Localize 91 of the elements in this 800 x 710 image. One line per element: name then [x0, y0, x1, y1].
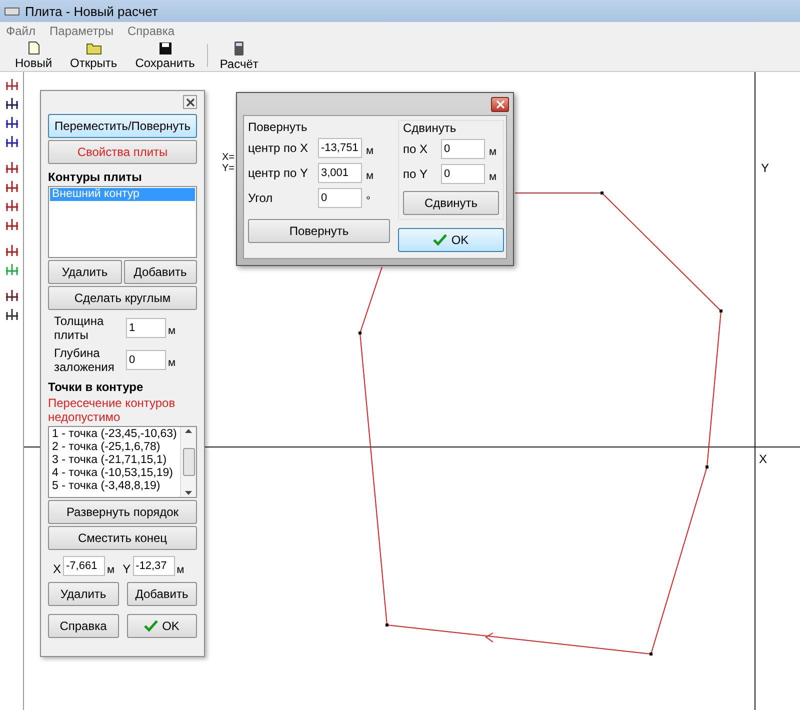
toolbar-button[interactable]: Открыть [61, 40, 126, 71]
input-field[interactable]: 0 [126, 350, 166, 370]
warning-text: Пересечение контуров недопустимо [48, 396, 176, 424]
input-field[interactable]: 1 [126, 318, 166, 338]
close-icon [496, 100, 504, 109]
window-title: Плита - Новый расчет [25, 4, 158, 18]
list-item[interactable]: 5 - точка (-3,48,8,19) [50, 480, 179, 493]
tool-icon[interactable] [4, 133, 20, 149]
unit-label: м [168, 356, 177, 369]
cursor-coordinate: X= [222, 152, 235, 163]
tool-icon[interactable] [4, 95, 20, 111]
tool-icon[interactable] [4, 159, 20, 175]
ok-button[interactable]: OK [126, 614, 197, 638]
field-label: Y [122, 562, 131, 576]
calculator-icon [234, 40, 244, 56]
tool-icon[interactable] [4, 216, 20, 232]
unit-label: м [366, 144, 375, 156]
unit-label: м [366, 168, 375, 182]
input-field[interactable]: 0 [318, 188, 362, 208]
scrollbar[interactable] [180, 427, 196, 497]
list-item[interactable]: 3 - точка (-21,71,15,1) [50, 454, 179, 467]
unit-label: м [168, 324, 177, 337]
axis-label: Y [761, 161, 770, 175]
tool-icon[interactable] [4, 306, 20, 322]
unit-label: м [489, 144, 498, 158]
field-label: X [53, 562, 62, 576]
vertex-marker [650, 652, 652, 656]
make-round-button[interactable]: Сделать круглым [48, 286, 197, 310]
unit-label: м [176, 563, 184, 576]
menu-item[interactable]: Справка [127, 24, 175, 38]
field-label: по X [403, 142, 429, 156]
section-title: Контуры плиты [48, 170, 143, 184]
group-title: Сдвинуть [403, 121, 458, 135]
list-item[interactable]: 2 - точка (-25,1,6,78) [50, 441, 179, 454]
close-button[interactable] [183, 95, 197, 109]
vertex-marker [706, 466, 708, 468]
move-button[interactable]: Сдвинуть [403, 191, 499, 215]
list-item[interactable]: 1 - точка (-23,45,-10,63) [50, 428, 179, 441]
delete-button[interactable]: Удалить [48, 260, 122, 284]
slab-properties-button[interactable]: Свойства плиты [48, 140, 197, 164]
tool-icon[interactable] [4, 242, 20, 258]
checkmark-icon [144, 620, 158, 632]
ok-button[interactable]: OK [398, 228, 504, 252]
menu-item[interactable]: Файл [6, 24, 36, 38]
rotate-button[interactable]: Повернуть [248, 219, 390, 243]
tool-icon[interactable] [4, 287, 20, 303]
vertex-marker [720, 310, 722, 312]
close-icon [186, 98, 194, 106]
tool-icon[interactable] [4, 114, 20, 130]
toolbar-button[interactable]: Расчёт [210, 40, 268, 71]
scroll-down-icon[interactable] [185, 491, 192, 495]
unit-label: ° [366, 194, 372, 206]
field-label: Угол [248, 190, 274, 204]
delete-button[interactable]: Удалить [48, 582, 118, 606]
input-field[interactable]: 3,001 [318, 162, 362, 182]
unit-label: м [489, 170, 498, 182]
unit-label: м [107, 563, 115, 576]
section-title: Точки в контуре [48, 380, 144, 394]
toolbar-button[interactable]: Новый [6, 40, 62, 71]
field-label: Глубина заложения [54, 346, 116, 374]
tool-icon[interactable] [4, 76, 20, 92]
close-button[interactable] [491, 97, 509, 112]
input-field[interactable]: 0 [441, 138, 485, 158]
input-field[interactable]: -13,751 [318, 138, 362, 158]
list-item[interactable]: 4 - точка (-10,53,15,19) [50, 467, 179, 480]
menu-item[interactable]: Параметры [50, 24, 114, 38]
reverse-order-button[interactable]: Развернуть порядок [48, 500, 197, 524]
checkmark-icon [433, 234, 448, 246]
field-label: центр по Y [248, 166, 310, 180]
field-label: центр по X [248, 140, 310, 154]
help-button[interactable]: Справка [48, 614, 118, 638]
tool-icon[interactable] [4, 197, 20, 213]
input-field[interactable]: 0 [441, 164, 485, 184]
scroll-up-icon[interactable] [185, 429, 192, 433]
cursor-coordinate: Y= [222, 163, 235, 174]
input-field[interactable]: -12,37 [132, 556, 175, 576]
move-rotate-button[interactable]: Переместить/Повернуть [48, 114, 197, 138]
group-title: Повернуть [248, 120, 308, 134]
field-label: по Y [403, 166, 429, 180]
document-icon [28, 41, 40, 55]
vertex-marker [386, 624, 388, 626]
input-field[interactable]: -7,661 [63, 556, 106, 576]
axis-label: X [759, 452, 768, 466]
tool-icon[interactable] [4, 178, 20, 194]
add-button[interactable]: Добавить [124, 260, 197, 284]
shift-end-button[interactable]: Сместить конец [48, 526, 197, 550]
vertex-marker [600, 192, 604, 194]
vertex-marker [358, 332, 362, 334]
add-button[interactable]: Добавить [126, 582, 197, 606]
field-label: Толщина плиты [54, 314, 105, 342]
toolbar-button[interactable]: Сохранить [126, 40, 204, 71]
